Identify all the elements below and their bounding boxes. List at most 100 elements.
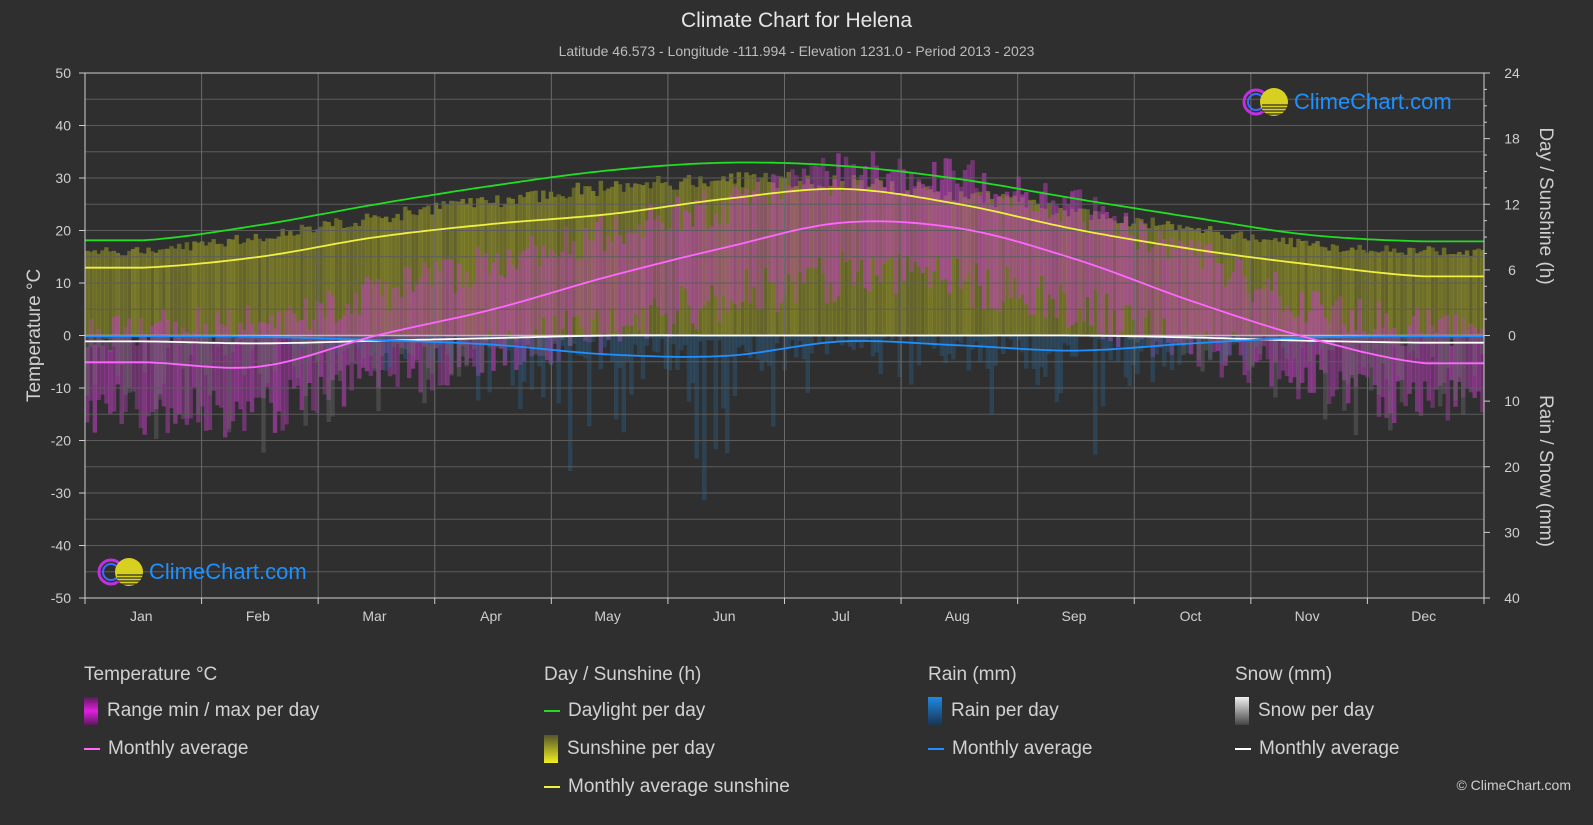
temperature-range-day-bar: [1234, 254, 1240, 337]
temperature-range-day-bar: [533, 245, 538, 330]
temperature-range-day-bar: [1024, 191, 1029, 305]
temperature-range-day-bar: [1338, 296, 1343, 372]
snow-day-bar: [153, 335, 159, 439]
rain-day-bar: [644, 335, 650, 346]
sunshine-day-bar: [1430, 247, 1435, 336]
temperature-range-day-bar: [1116, 235, 1121, 348]
temperature-range-day-bar: [644, 220, 650, 339]
snow-day-bar: [368, 335, 374, 357]
snow-day-bar: [541, 335, 546, 356]
temperature-range-day-bar: [104, 342, 109, 404]
rain-day-bar: [702, 335, 707, 501]
sunshine-day-bar: [1388, 251, 1393, 336]
month-label: Jan: [130, 608, 153, 624]
rain-day-bar: [958, 335, 964, 343]
temperature-range-day-bar: [437, 270, 443, 386]
sunshine-day-bar: [188, 250, 193, 336]
rain-day-bar: [725, 335, 730, 454]
temperature-range-day-bar: [107, 350, 113, 414]
snow-day-bar: [314, 335, 320, 363]
sunshine-day-bar: [192, 241, 197, 336]
temperature-range-day-bar: [698, 204, 703, 311]
snow-day-bar: [1257, 335, 1263, 354]
temperature-range-day-bar: [564, 226, 569, 311]
sunshine-day-bar: [1434, 251, 1439, 336]
temperature-range-day-bar: [717, 223, 722, 323]
temperature-range-day-bar: [1315, 292, 1320, 355]
temperature-range-day-bar: [786, 185, 791, 275]
temperature-range-day-bar: [514, 269, 519, 370]
rain-day-bar: [763, 335, 768, 362]
sunshine-day-bar: [211, 239, 216, 336]
temperature-range-day-bar: [138, 318, 144, 429]
sunshine-day-bar: [199, 241, 205, 336]
sunshine-day-bar: [1380, 251, 1385, 336]
temperature-range-day-bar: [725, 224, 730, 311]
logo-top[interactable]: ClimeChart.com: [1240, 86, 1452, 118]
temperature-range-day-bar: [130, 342, 136, 392]
snow-day-bar: [1296, 335, 1301, 390]
temperature-range-day-bar: [740, 194, 745, 302]
rain-day-bar: [759, 335, 765, 371]
left-tick-label: -10: [51, 380, 71, 396]
rain-day-bar: [978, 335, 983, 363]
temperature-range-day-bar: [855, 184, 860, 272]
temperature-range-day-bar: [1265, 278, 1270, 360]
legend-label: Snow per day: [1258, 700, 1375, 721]
legend-title: Day / Sunshine (h): [544, 664, 702, 685]
snow-day-bar: [1388, 335, 1393, 431]
sunshine-day-bar: [1418, 251, 1424, 336]
rain-day-bar: [916, 335, 922, 366]
temperature-range-day-bar: [955, 183, 960, 259]
temperature-range-day-bar: [648, 203, 653, 306]
temperature-range-day-bar: [901, 169, 906, 281]
snow-day-bar: [399, 335, 404, 355]
sunshine-day-bar: [180, 249, 186, 336]
temperature-range-day-bar: [813, 165, 818, 269]
sunshine-swatch: [544, 735, 558, 763]
right-bottom-tick-label: 10: [1504, 393, 1520, 409]
rain-day-bar: [1165, 335, 1171, 353]
temperature-range-swatch: [84, 697, 98, 725]
right-bottom-tick-label: 40: [1504, 590, 1520, 606]
sunshine-day-bar: [1399, 252, 1405, 336]
rain-day-bar: [817, 335, 822, 344]
sunshine-day-bar: [253, 233, 259, 336]
temperature-range-day-bar: [322, 317, 328, 395]
rain-day-bar: [1050, 335, 1056, 349]
rain-day-bar: [1024, 335, 1029, 369]
rain-day-bar: [1127, 335, 1132, 387]
temperature-range-day-bar: [686, 212, 692, 306]
temperature-range-day-bar: [1104, 211, 1109, 294]
temperature-range-day-bar: [410, 291, 416, 369]
temperature-range-day-bar: [625, 232, 630, 326]
sunshine-day-bar: [272, 238, 278, 336]
temperature-range-day-bar: [1403, 345, 1408, 407]
sunshine-day-bar: [219, 243, 224, 336]
temperature-range-day-bar: [1330, 305, 1336, 397]
right-top-tick-label: 0: [1508, 328, 1516, 344]
rain-day-bar: [1123, 335, 1129, 378]
rain-day-bar: [682, 335, 688, 346]
temperature-range-day-bar: [594, 222, 600, 310]
sunshine-day-bar: [1449, 254, 1454, 336]
snow-day-bar: [107, 335, 113, 352]
month-label: Apr: [480, 608, 502, 624]
rain-day-bar: [521, 335, 527, 382]
snow-day-bar: [376, 335, 381, 412]
left-tick-label: 0: [63, 328, 71, 344]
temperature-range-day-bar: [863, 165, 868, 289]
temperature-range-day-bar: [364, 276, 370, 372]
rain-day-bar: [732, 335, 738, 396]
temperature-range-day-bar: [1135, 249, 1140, 336]
snow-day-bar: [1181, 335, 1186, 355]
logo-bottom[interactable]: ClimeChart.com: [95, 556, 307, 588]
temperature-range-day-bar: [629, 232, 634, 327]
rain-day-bar: [1150, 335, 1155, 383]
legend-label: Monthly average: [1259, 738, 1400, 759]
temperature-range-day-bar: [748, 204, 753, 304]
temperature-range-day-bar: [640, 237, 646, 308]
rain-day-bar: [993, 335, 998, 366]
rain-day-bar: [690, 335, 696, 384]
temperature-range-day-bar: [763, 195, 768, 269]
